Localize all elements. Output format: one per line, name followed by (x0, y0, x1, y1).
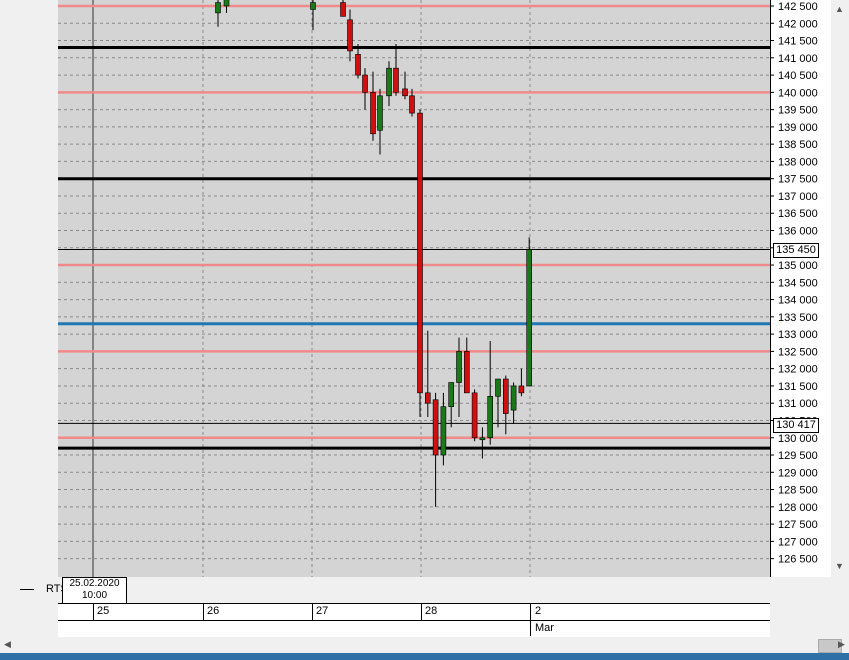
candle-body (487, 396, 494, 439)
y-tick-label: 127 000 (778, 536, 818, 548)
chart-plot-area[interactable]: 126 500127 000127 500128 000128 500129 0… (58, 0, 770, 577)
y-tick-label: 130 000 (778, 433, 818, 445)
status-strip (0, 653, 849, 660)
y-tick-label: 128 500 (778, 485, 818, 497)
crosshair-date-label: 25.02.2020 10:00 (62, 577, 127, 604)
y-tick-label: 133 000 (778, 329, 818, 341)
y-tick-label: 133 500 (778, 312, 818, 324)
candle-body (518, 385, 525, 394)
y-tick-label: 136 500 (778, 208, 818, 220)
candle-body (448, 382, 455, 407)
candle-body (370, 92, 376, 135)
candle-body (424, 392, 431, 404)
y-tick-label: 134 000 (778, 295, 818, 307)
y-tick-label: 140 000 (778, 87, 818, 99)
x-label-month: Mar (535, 622, 554, 634)
x-label-day: 25 (97, 605, 110, 617)
y-tick-label: 131 500 (778, 381, 818, 393)
y-tick-label: 140 500 (778, 70, 818, 82)
y-tick-label: 129 000 (778, 467, 818, 479)
x-label-day: 28 (425, 605, 438, 617)
horizontal-scrollbar[interactable]: ◀ ▶ (0, 637, 849, 653)
x-tick (421, 604, 422, 620)
y-tick-label: 139 000 (778, 122, 818, 134)
candle-body (502, 378, 509, 414)
y-tick-label: 132 500 (778, 346, 818, 358)
y-tick-label: 137 500 (778, 174, 818, 186)
y-tick-label: 138 000 (778, 156, 818, 168)
y-tick-label: 141 500 (778, 36, 818, 48)
scroll-left-icon[interactable]: ◀ (4, 639, 11, 650)
scroll-right-icon[interactable]: ▶ (838, 639, 845, 650)
crosshair-time: 10:00 (81, 590, 108, 601)
candle-body (526, 249, 533, 387)
y-tick-label: 142 500 (778, 1, 818, 13)
x-label-day: 27 (316, 605, 329, 617)
candle-body (340, 2, 346, 17)
y-tick-label: 136 000 (778, 226, 818, 238)
x-month-tick (530, 620, 531, 636)
candle-body (310, 2, 316, 10)
y-tick-label: 141 000 (778, 53, 818, 65)
legend: RTS (20, 583, 68, 595)
y-tick-label: 135 000 (778, 260, 818, 272)
y-tick-label: 132 000 (778, 364, 818, 376)
candle-body (386, 67, 392, 97)
candle-body (347, 19, 353, 52)
y-tick-label: 134 500 (778, 277, 818, 289)
x-tick (203, 604, 204, 620)
y-tick-label: 138 500 (778, 139, 818, 151)
axis-divider (58, 620, 770, 621)
y-tick-label: 131 000 (778, 398, 818, 410)
y-tick-label: 137 000 (778, 191, 818, 203)
x-label-day: 26 (207, 605, 220, 617)
candle-body (432, 399, 439, 456)
candle-body (463, 351, 470, 394)
y-tick-label: 139 500 (778, 105, 818, 117)
candle-body (456, 351, 462, 383)
candle-body (362, 74, 368, 93)
x-tick (312, 604, 313, 620)
crosshair-date: 25.02.2020 (69, 578, 120, 589)
candle-body (440, 406, 447, 456)
candle-body (471, 392, 478, 439)
candle-body (417, 112, 423, 394)
scroll-up-icon[interactable]: ▲ (835, 4, 844, 14)
x-tick (530, 604, 531, 620)
candle-body (495, 378, 501, 397)
candle-body (377, 95, 383, 131)
x-label-day: 2 (535, 605, 542, 617)
candle-body (215, 2, 221, 14)
legend-line-icon (20, 588, 34, 590)
y-tick-label: 127 500 (778, 519, 818, 531)
candle-body (223, 0, 230, 7)
y-tick-label: 142 000 (778, 18, 818, 30)
vertical-scrollbar[interactable]: ▲ ▼ (831, 0, 849, 577)
candle-body (402, 88, 408, 97)
x-tick (93, 604, 94, 620)
time-axis: 25 26 27 28 2 Mar (58, 603, 770, 638)
last-price-tag: 135 450 (773, 243, 819, 258)
candle-body (355, 54, 361, 76)
candle-body (409, 95, 415, 114)
scroll-down-icon[interactable]: ▼ (835, 561, 844, 571)
y-tick-label: 128 000 (778, 502, 818, 514)
y-tick-label: 129 500 (778, 450, 818, 462)
candle-body (479, 437, 486, 441)
candle-body (393, 67, 399, 93)
cursor-price-tag: 130 417 (773, 418, 819, 433)
y-tick-label: 126 500 (778, 554, 818, 566)
candle-body (510, 385, 517, 411)
candlestick-chart[interactable]: 126 500127 000127 500128 000128 500129 0… (58, 0, 770, 577)
